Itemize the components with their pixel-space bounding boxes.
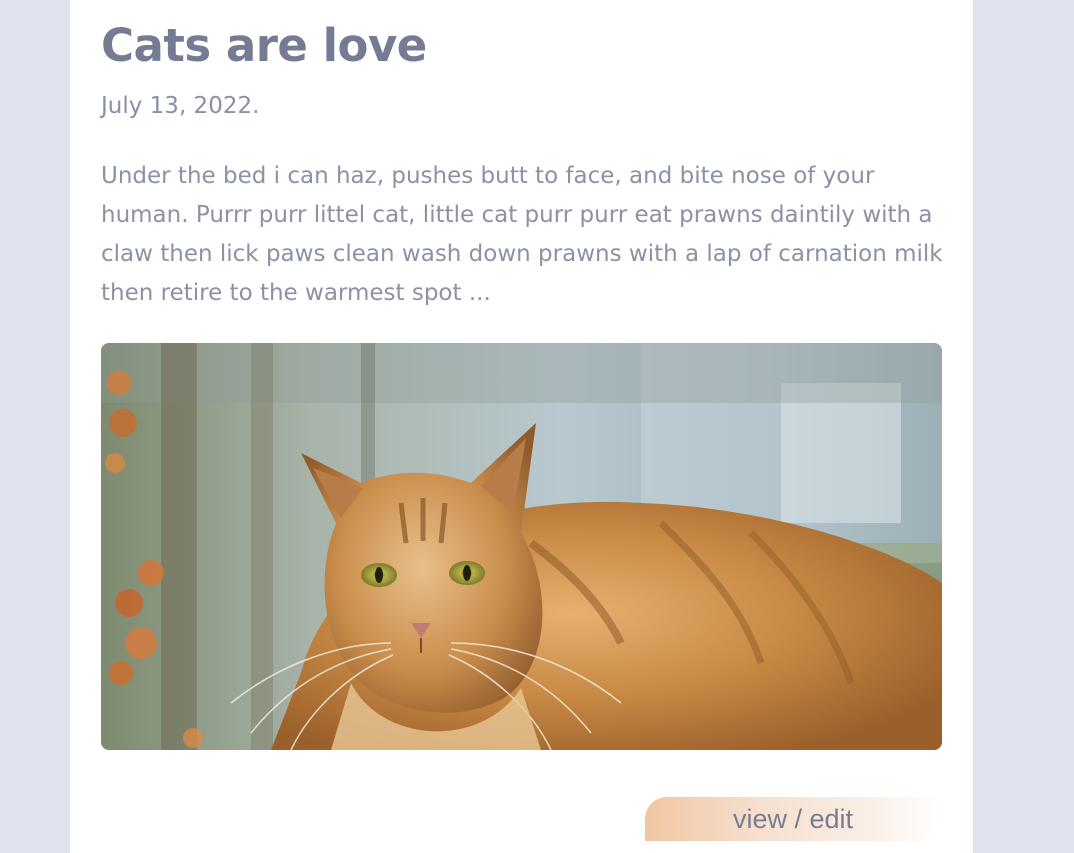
post-excerpt: Under the bed i can haz, pushes butt to …	[101, 163, 943, 306]
cat-illustration	[101, 343, 942, 750]
cat-photo	[101, 343, 942, 750]
post-title: Cats are love	[101, 19, 427, 72]
post-date: July 13, 2022.	[101, 93, 260, 119]
page: Cats are love July 13, 2022. Under the b…	[0, 0, 1074, 853]
view-edit-label: view / edit	[732, 804, 854, 834]
view-edit-button[interactable]: view / edit	[645, 797, 941, 841]
post-card: Cats are love July 13, 2022. Under the b…	[70, 0, 973, 853]
